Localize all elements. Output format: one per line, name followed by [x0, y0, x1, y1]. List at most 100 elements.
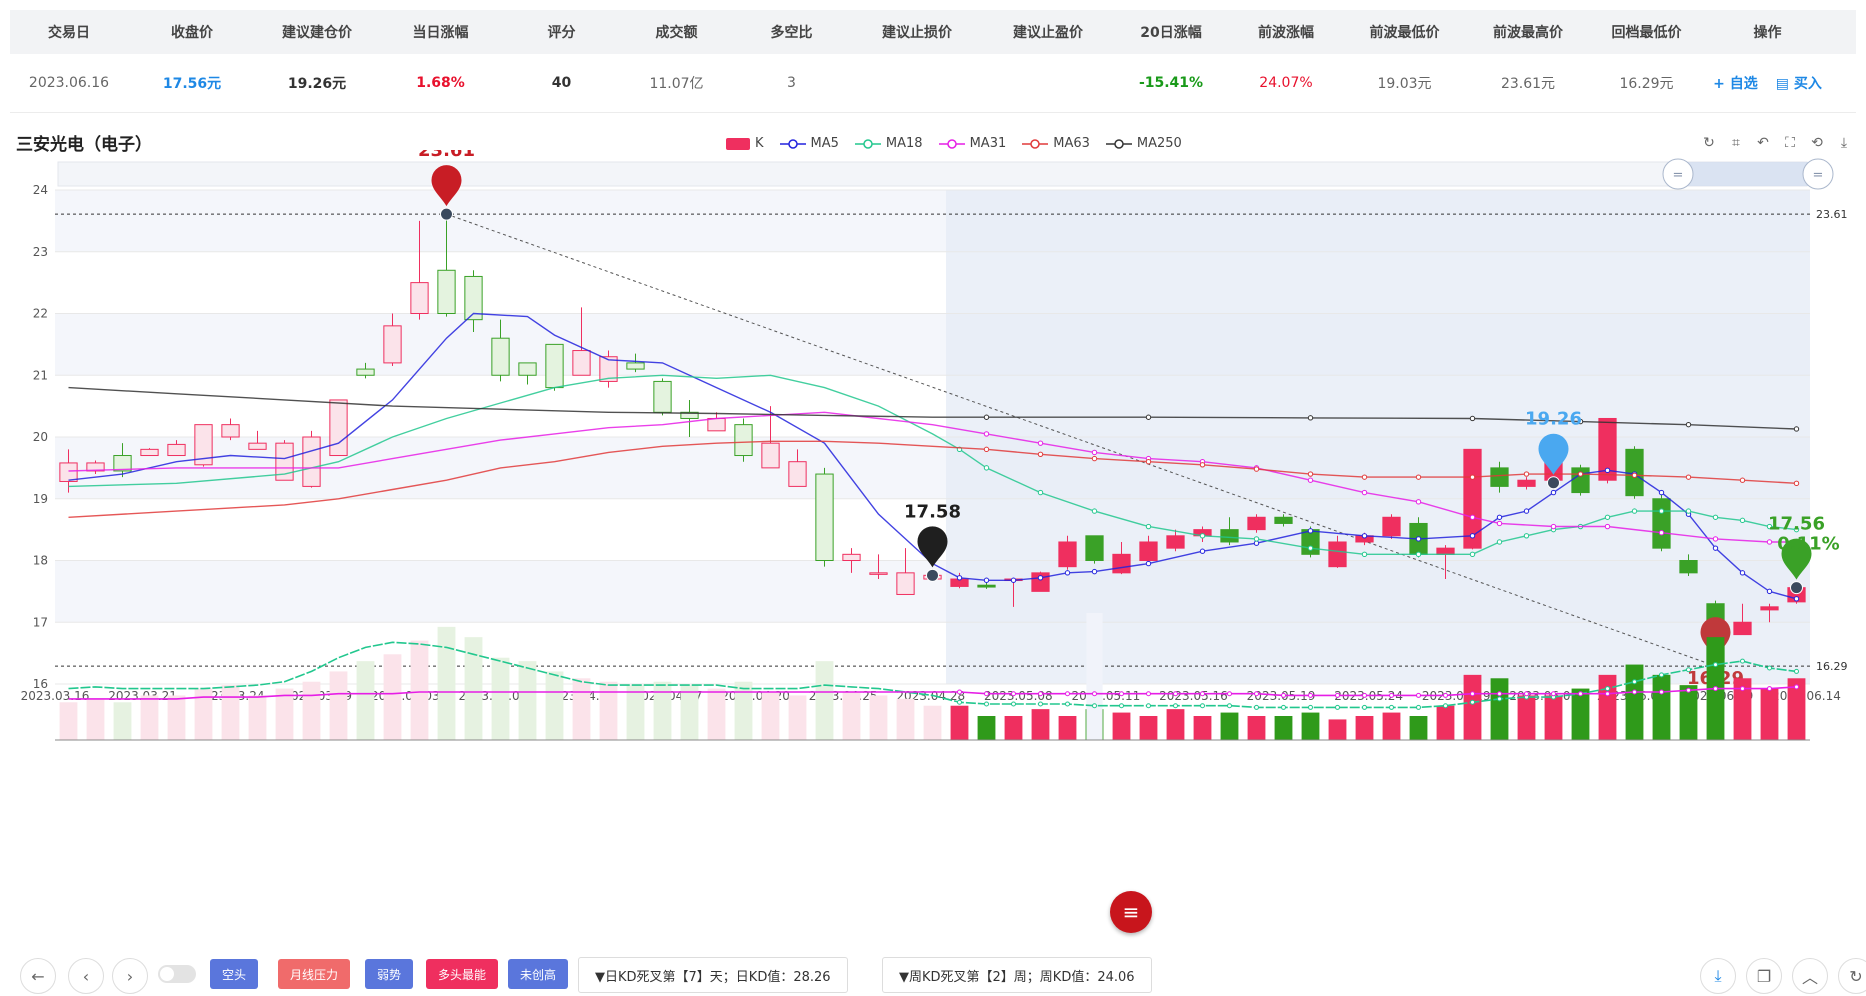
volume-bar	[1436, 705, 1455, 740]
candle-body	[707, 417, 726, 432]
volume-ma-point	[1659, 689, 1664, 695]
annotation-label: 19.26	[1525, 409, 1582, 430]
signal-tag[interactable]: 空头	[210, 959, 259, 989]
volume-bar	[1139, 716, 1158, 740]
refresh-icon: ↻	[1849, 966, 1863, 986]
candle-body	[1679, 560, 1698, 574]
signal-tag[interactable]: 多头最能	[426, 959, 499, 989]
legend-item-ma31[interactable]: MA31	[938, 136, 1006, 151]
candle-body	[545, 343, 564, 389]
weekly-kd-status: ▼周KD死叉第【2】周；周KD值：24.06	[882, 957, 1152, 993]
column-header: 回档最低价	[1611, 25, 1682, 41]
candle-body	[59, 462, 78, 482]
ma-point	[1739, 570, 1746, 576]
volume-ma-point	[1497, 691, 1502, 697]
ma-point	[1739, 517, 1746, 524]
volume-bar	[869, 695, 888, 740]
ma-point	[1199, 533, 1206, 539]
prev-button[interactable]: ‹	[68, 958, 104, 994]
volume-bar	[1274, 716, 1293, 740]
volume-bar	[1058, 716, 1077, 740]
scroll-top-button[interactable]: ︿	[1792, 958, 1828, 994]
ma-point	[1415, 536, 1422, 542]
price-level-label: 23.61	[1816, 208, 1848, 221]
volume-bar	[491, 657, 510, 740]
candle	[1652, 492, 1671, 552]
volume-highlight	[1086, 613, 1103, 740]
refresh-button[interactable]: ↻	[1838, 958, 1866, 994]
candle-body	[1652, 498, 1671, 549]
chevron-right-icon: ›	[126, 966, 134, 986]
table-header-row: 交易日 收盘价 建议建仓价 当日涨幅 评分 成交额 多空比 建议止损价 建议止盈价 20日涨幅 前波…	[10, 10, 1856, 54]
ma-point	[1685, 421, 1692, 428]
volume-bar	[1409, 716, 1428, 740]
legend-item-k[interactable]: K	[726, 136, 764, 151]
download-button[interactable]: ⤓	[1700, 958, 1736, 994]
signal-tag[interactable]: 月线压力	[278, 959, 351, 989]
candle	[194, 424, 213, 467]
legend-label: MA250	[1136, 136, 1182, 151]
volume-bar	[518, 661, 537, 740]
toggle-switch[interactable]	[158, 965, 196, 983]
volume-bar	[383, 654, 402, 740]
volume-ma-point	[1038, 701, 1043, 707]
volume-bar	[950, 705, 969, 740]
legend-item-ma250[interactable]: MA250	[1105, 136, 1182, 151]
candle-body	[1382, 516, 1401, 537]
data-zoom-handle-glyph: =	[1813, 168, 1824, 183]
candle	[545, 343, 564, 391]
buy-link[interactable]: ▤ 买入	[1776, 73, 1822, 93]
volume-ma-point	[1011, 701, 1016, 707]
volume-ma-point	[957, 689, 962, 695]
volume-bar	[788, 695, 807, 740]
volume-ma-point	[1578, 691, 1583, 697]
candle-body	[1139, 541, 1158, 562]
ma-point	[1361, 489, 1368, 496]
ma-point	[1253, 466, 1260, 472]
candle-body	[977, 584, 996, 588]
x-tick-label: 2023.05.11	[1072, 689, 1141, 703]
ma-point	[1307, 415, 1314, 421]
volume-ma-point	[1551, 691, 1556, 697]
x-tick-label: 2023.04.03	[371, 689, 440, 703]
ma-point	[1631, 472, 1638, 478]
column-header: 成交额	[655, 25, 698, 41]
signal-tag[interactable]: 弱势	[365, 959, 414, 989]
volume-bar	[1625, 664, 1644, 740]
table-cell: 3	[787, 75, 796, 91]
ma-point	[1604, 514, 1611, 520]
candlestick-chart[interactable]: 1617181920212223242023.03.162023.03.2120…	[0, 150, 1866, 920]
candle-body	[302, 436, 321, 487]
ma-point	[1253, 540, 1260, 546]
copy-button[interactable]: ❐	[1746, 958, 1782, 994]
volume-ma-point	[1281, 704, 1286, 710]
volume-bar	[896, 698, 915, 740]
candle-body	[815, 473, 834, 561]
ma-point	[1199, 462, 1206, 468]
candle-body	[437, 269, 456, 314]
volume-ma-point	[1497, 696, 1502, 702]
ma-point	[1685, 474, 1692, 480]
volume-ma-point	[1362, 704, 1367, 710]
signal-tag[interactable]: 未创高	[508, 959, 569, 989]
next-button[interactable]: ›	[112, 958, 148, 994]
legend-item-ma18[interactable]: MA18	[854, 136, 923, 151]
volume-bar	[761, 692, 780, 740]
legend-item-ma5[interactable]: MA5	[779, 136, 839, 151]
ma-point	[1766, 588, 1773, 595]
ma-point	[983, 577, 990, 583]
ma-point	[1091, 508, 1098, 514]
table-cell: 40	[551, 75, 572, 91]
candle-body	[1328, 541, 1347, 568]
column-header: 前波最低价	[1369, 25, 1440, 41]
add-watchlist-link[interactable]: + 自选	[1713, 73, 1758, 93]
chart-legend[interactable]: K MA5 MA18 MA31 MA63 MA250	[726, 136, 1182, 151]
menu-fab-button[interactable]: ≡	[1110, 891, 1152, 933]
legend-item-ma63[interactable]: MA63	[1022, 136, 1090, 151]
x-tick-label: 2023.06.14	[1772, 689, 1841, 703]
volume-bar	[1544, 695, 1563, 740]
back-button[interactable]: ←	[20, 958, 56, 994]
chevron-left-icon: ‹	[82, 966, 90, 986]
volume-bar	[410, 640, 429, 740]
price-level-label: 16.29	[1816, 660, 1848, 673]
